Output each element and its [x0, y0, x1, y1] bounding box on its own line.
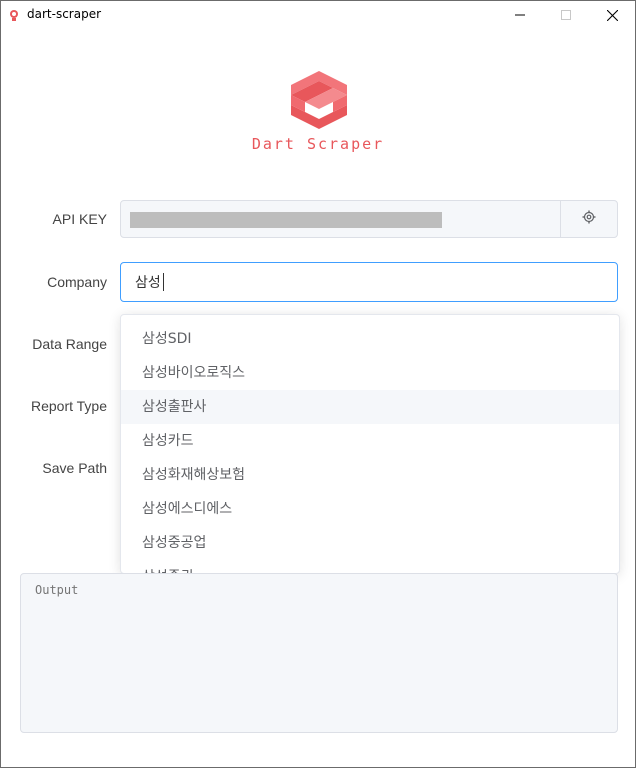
gear-icon	[582, 210, 596, 229]
api-key-label: API KEY	[52, 211, 107, 227]
api-key-field[interactable]	[120, 200, 618, 238]
maximize-icon	[561, 10, 571, 20]
title-bar: dart-scraper	[1, 1, 635, 29]
text-cursor	[163, 273, 164, 291]
close-button[interactable]	[589, 1, 635, 29]
suggestion-item[interactable]: 삼성바이오로직스	[121, 356, 619, 390]
minimize-icon	[515, 10, 525, 20]
company-label: Company	[47, 274, 107, 290]
suggestion-item[interactable]: 삼성화재해상보험	[121, 458, 619, 492]
maximize-button[interactable]	[543, 1, 589, 29]
window-title: dart-scraper	[27, 7, 102, 21]
suggestion-list: 삼성SDI 삼성바이오로직스 삼성출판사 삼성카드 삼성화재해상보험 삼성에스디에스 삼성중…	[121, 322, 619, 573]
dart-scraper-logo	[289, 71, 349, 129]
suggestion-item[interactable]: 삼성출판사	[121, 390, 619, 424]
company-input[interactable]	[120, 262, 618, 302]
api-key-masked-value	[130, 212, 442, 228]
suggestion-item[interactable]: 삼성카드	[121, 424, 619, 458]
data-range-label: Data Range	[32, 336, 107, 352]
suggestion-item[interactable]: 삼성중공업	[121, 526, 619, 560]
app-icon	[7, 8, 21, 22]
app-window: dart-scraper Dart Scraper API KEY Compan…	[0, 0, 636, 768]
suggestion-item[interactable]: 삼성증권	[121, 560, 619, 573]
report-type-label: Report Type	[30, 398, 107, 414]
api-key-settings-button[interactable]	[560, 201, 617, 237]
suggestion-item[interactable]: 삼성에스디에스	[121, 492, 619, 526]
save-path-label: Save Path	[42, 460, 107, 476]
close-icon	[606, 9, 618, 21]
minimize-button[interactable]	[497, 1, 543, 29]
company-suggestions-dropdown[interactable]: 삼성SDI 삼성바이오로직스 삼성출판사 삼성카드 삼성화재해상보험 삼성에스디에스 삼성중…	[120, 314, 620, 574]
output-area[interactable]	[20, 573, 618, 733]
suggestion-item[interactable]: 삼성SDI	[121, 322, 619, 356]
brand-title: Dart Scraper	[251, 135, 385, 153]
